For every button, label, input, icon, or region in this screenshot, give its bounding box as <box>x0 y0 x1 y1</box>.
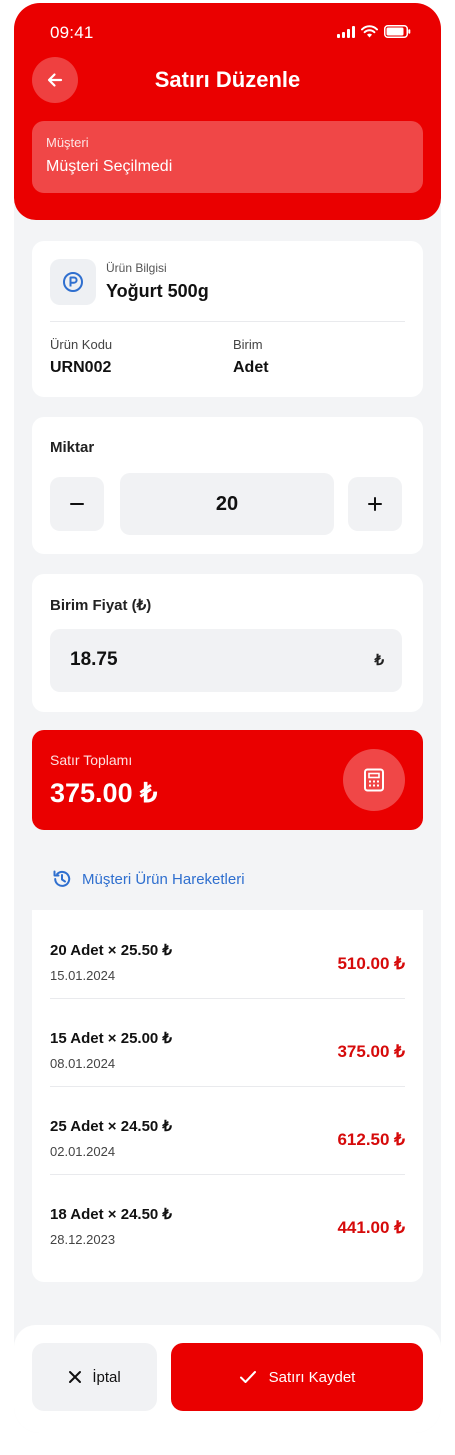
quantity-label: Miktar <box>50 439 95 456</box>
product-info-card: Ürün Bilgisi Yoğurt 500g Ürün Kodu URN00… <box>32 241 423 397</box>
product-code-label: Ürün Kodu <box>50 337 113 352</box>
unit-price-value: 18.75 <box>70 649 118 670</box>
history-qty-price: 18 Adet × 24.50 ₺ <box>50 1206 172 1223</box>
calculator-button[interactable] <box>343 749 405 811</box>
page-title: Satırı Düzenle <box>154 67 301 92</box>
product-p-icon <box>63 272 83 292</box>
plus-icon <box>368 497 382 511</box>
history-date: 28.12.2023 <box>50 1232 116 1247</box>
history-link-label: Müşteri Ürün Hareketleri <box>82 870 245 888</box>
unit-price-card: Birim Fiyat (₺) 18.75 ₺ <box>32 574 423 712</box>
unit-price-input[interactable]: 18.75 ₺ <box>50 629 402 692</box>
bottom-action-bar: İptal Satırı Kaydet <box>14 1325 441 1433</box>
divider <box>50 1086 405 1087</box>
minus-icon <box>70 503 84 505</box>
history-row[interactable]: 18 Adet × 24.50 ₺ 28.12.2023 441.00 ₺ <box>50 1174 405 1262</box>
history-row[interactable]: 15 Adet × 25.00 ₺ 08.01.2024 375.00 ₺ <box>50 998 405 1086</box>
currency-symbol: ₺ <box>374 652 384 669</box>
product-name: Yoğurt 500g <box>106 281 209 301</box>
product-info-label: Ürün Bilgisi <box>106 261 167 275</box>
quantity-card: Miktar 20 <box>32 417 423 554</box>
history-amount: 375.00 ₺ <box>337 1042 405 1061</box>
divider <box>50 321 405 322</box>
unit-price-label: Birim Fiyat (₺) <box>50 597 152 614</box>
check-icon <box>239 1371 256 1383</box>
save-label: Satırı Kaydet <box>268 1368 356 1386</box>
header: 09:41 Satırı Düzenle Müşteri Müşteri Seç… <box>14 3 441 220</box>
save-line-button[interactable]: Satırı Kaydet <box>171 1343 423 1411</box>
history-amount: 441.00 ₺ <box>337 1218 405 1237</box>
cancel-button[interactable]: İptal <box>32 1343 157 1411</box>
unit-label: Birim <box>233 337 263 352</box>
quantity-input[interactable]: 20 <box>120 473 334 535</box>
history-date: 02.01.2024 <box>50 1144 116 1159</box>
history-qty-price: 15 Adet × 25.00 ₺ <box>50 1030 172 1047</box>
status-icons <box>337 25 411 38</box>
product-icon-box <box>50 259 96 305</box>
history-qty-price: 25 Adet × 24.50 ₺ <box>50 1118 172 1135</box>
history-list: 20 Adet × 25.50 ₺ 15.01.2024 510.00 ₺ 15… <box>32 910 423 1282</box>
calculator-icon <box>364 768 384 792</box>
customer-label: Müşteri <box>46 135 89 150</box>
customer-product-history-link[interactable]: Müşteri Ürün Hareketleri <box>52 869 245 889</box>
history-amount: 510.00 ₺ <box>337 954 405 973</box>
wifi-icon <box>361 25 378 38</box>
history-row[interactable]: 20 Adet × 25.50 ₺ 15.01.2024 510.00 ₺ <box>50 910 405 998</box>
battery-icon <box>384 25 411 38</box>
history-date: 08.01.2024 <box>50 1056 116 1071</box>
phone-screen: 09:41 Satırı Düzenle Müşteri Müşteri Seç… <box>14 3 441 1433</box>
signal-icon <box>337 25 355 38</box>
customer-selector[interactable]: Müşteri Müşteri Seçilmedi <box>32 121 423 193</box>
history-icon <box>53 870 71 887</box>
history-row[interactable]: 25 Adet × 24.50 ₺ 02.01.2024 612.50 ₺ <box>50 1086 405 1174</box>
divider <box>50 1174 405 1175</box>
line-total-card: Satır Toplamı 375.00 ₺ <box>32 730 423 830</box>
increment-button[interactable] <box>348 477 402 531</box>
line-total-label: Satır Toplamı <box>50 752 133 768</box>
history-amount: 612.50 ₺ <box>337 1130 405 1149</box>
divider <box>50 998 405 999</box>
status-bar: 09:41 <box>14 3 441 53</box>
close-icon <box>69 1371 82 1383</box>
status-time: 09:41 <box>50 23 94 42</box>
unit-value: Adet <box>233 359 269 376</box>
decrement-button[interactable] <box>50 477 104 531</box>
product-code-value: URN002 <box>50 359 112 376</box>
customer-value: Müşteri Seçilmedi <box>46 158 173 175</box>
history-qty-price: 20 Adet × 25.50 ₺ <box>50 942 172 959</box>
history-date: 15.01.2024 <box>50 968 116 983</box>
line-total-value: 375.00 ₺ <box>50 778 158 808</box>
cancel-label: İptal <box>92 1368 121 1386</box>
